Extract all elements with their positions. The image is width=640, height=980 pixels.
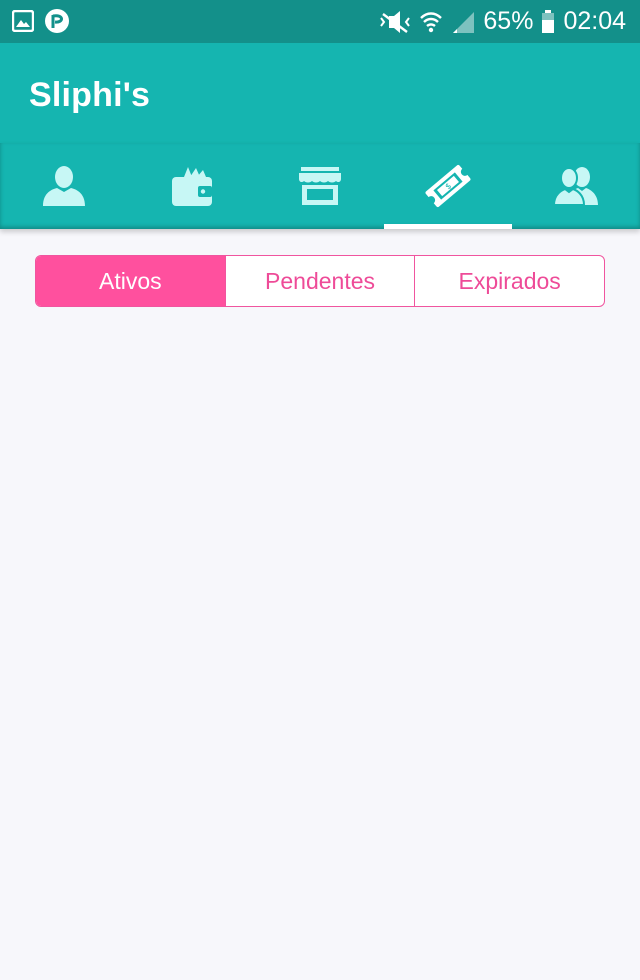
tab-friends[interactable] [512, 143, 640, 229]
tab-profile[interactable] [0, 143, 128, 229]
wallet-icon [170, 165, 214, 207]
status-bar: 65% 02:04 [0, 0, 640, 43]
mute-icon [379, 10, 411, 34]
signal-icon [451, 10, 475, 34]
app-badge-icon [44, 8, 70, 39]
battery-text: 65% [483, 7, 534, 35]
status-time: 02:04 [563, 7, 626, 35]
filter-pendentes[interactable]: Pendentes [224, 256, 415, 306]
coupon-ticket-icon: $ [424, 162, 472, 210]
store-icon [298, 166, 342, 206]
tab-wallet[interactable] [128, 143, 256, 229]
group-icon [553, 167, 599, 205]
app-title: Sliphi's [29, 76, 151, 114]
nav-tab-bar: $ [0, 143, 640, 229]
filter-expirados[interactable]: Expirados [414, 256, 604, 306]
wifi-icon [419, 10, 443, 34]
coupon-status-filter: Ativos Pendentes Expirados [35, 255, 605, 307]
user-icon [41, 166, 87, 206]
tab-coupons[interactable]: $ [384, 143, 512, 229]
selected-tab-indicator [384, 224, 512, 229]
tab-store[interactable] [256, 143, 384, 229]
filter-ativos[interactable]: Ativos [36, 256, 225, 306]
battery-icon [541, 9, 555, 34]
app-bar: Sliphi's [0, 43, 640, 143]
gallery-icon [11, 9, 35, 37]
